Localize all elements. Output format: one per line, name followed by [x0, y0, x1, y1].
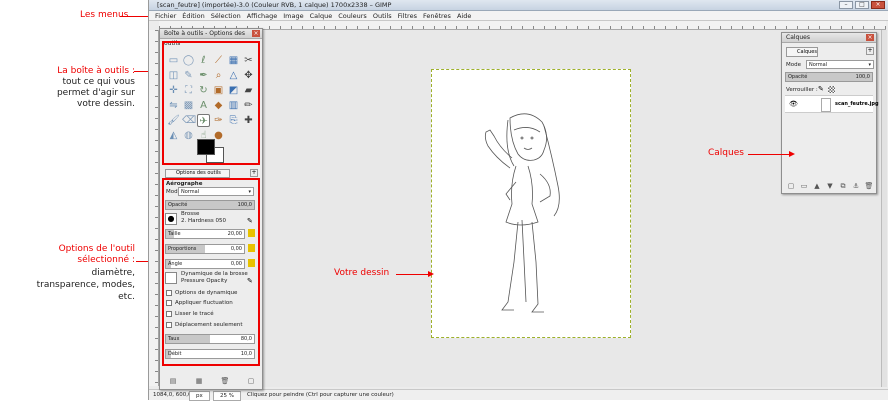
image-canvas[interactable] [431, 69, 631, 338]
new-group-icon[interactable]: ▭ [799, 181, 809, 191]
menu-selection[interactable]: Sélection [211, 11, 241, 20]
menu-fichier[interactable]: Fichier [155, 11, 176, 20]
menu-outils[interactable]: Outils [373, 11, 392, 20]
canvas-area[interactable] [159, 30, 881, 387]
toolbox-bottom-buttons: ▤ ▦ 🗑 ▢ [168, 376, 256, 386]
annotation-toolbox-desc-2: permet d'agir sur [56, 88, 135, 98]
layers-tab[interactable]: Calques [786, 47, 818, 57]
anchor-layer-icon[interactable]: ⚓ [851, 181, 861, 191]
arrow-layers [748, 150, 795, 157]
lock-label: Verrouiller : [786, 87, 818, 93]
menu-calque[interactable]: Calque [310, 11, 333, 20]
toolbox-titlebar: Boîte à outils - Options des outils × [160, 29, 262, 47]
options-tab-label: Options des outils [176, 170, 221, 176]
annotation-toolbox-desc-3: votre dessin. [77, 99, 135, 109]
annotation-options-desc-2: transparence, modes, [36, 280, 135, 290]
layer-row[interactable]: 👁 scan_feutre.jpg [785, 95, 879, 113]
layers-mode-value: Normal [809, 62, 828, 68]
girl-drawing [484, 113, 560, 313]
menubar: Fichier Édition Sélection Affichage Imag… [149, 11, 888, 21]
status-coords: 1084,0, 600,0 [153, 392, 192, 398]
eye-icon[interactable]: 👁 [789, 100, 798, 108]
annotation-drawing: Votre dessin [334, 268, 390, 278]
menu-fenetres[interactable]: Fenêtres [423, 11, 451, 20]
annotation-menus: Les menus [80, 10, 129, 20]
layer-name: scan_feutre.jpg [835, 101, 879, 107]
annotation-options-title-2: sélectionné : [77, 255, 135, 265]
layers-opacity-value: 100,0 [855, 74, 870, 80]
toolbox-highlight [162, 41, 260, 165]
annotation-layers: Calques [708, 148, 744, 158]
window-titlebar: [scan_feutre] (importée)-3.0 (Couleur RV… [149, 0, 888, 11]
layers-close-button[interactable]: × [866, 34, 874, 41]
statusbar: 1084,0, 600,0 px 25 % Cliquez pour peind… [149, 389, 888, 401]
layers-tab-menu-icon[interactable]: + [866, 47, 874, 55]
options-highlight [162, 178, 260, 366]
horizontal-ruler[interactable] [159, 21, 886, 30]
delete-layer-icon[interactable]: 🗑 [864, 181, 874, 191]
menu-filtres[interactable]: Filtres [398, 11, 417, 20]
annotation-toolbox-desc-1: tout ce qui vous [62, 77, 135, 87]
toolbox-close-button[interactable]: × [252, 30, 260, 37]
menu-couleurs[interactable]: Couleurs [338, 11, 367, 20]
status-message: Cliquez pour peindre (Ctrl pour capturer… [247, 392, 394, 398]
tab-menu-icon[interactable]: + [250, 169, 258, 177]
new-layer-icon[interactable]: ▢ [786, 181, 796, 191]
restore-options-icon[interactable]: ▦ [194, 376, 204, 386]
layers-mode-label: Mode [786, 62, 801, 68]
vertical-scrollbar[interactable] [881, 30, 887, 387]
layers-opacity-slider[interactable]: Opacité 100,0 [785, 72, 873, 82]
delete-options-icon[interactable]: 🗑 [220, 376, 230, 386]
layers-bottom-buttons: ▢ ▭ ▲ ▼ ⧉ ⚓ 🗑 [786, 181, 874, 191]
layers-opacity-label: Opacité [788, 74, 808, 80]
layers-title: Calques [786, 34, 810, 41]
annotation-options-title-1: Options de l'outil [58, 244, 135, 254]
layers-titlebar: Calques × [782, 33, 876, 43]
maximize-button[interactable]: □ [855, 1, 869, 9]
save-options-icon[interactable]: ▤ [168, 376, 178, 386]
lower-layer-icon[interactable]: ▼ [825, 181, 835, 191]
annotation-options-desc-3: etc. [118, 292, 135, 302]
menu-affichage[interactable]: Affichage [247, 11, 278, 20]
arrow-drawing [396, 270, 434, 277]
annotation-toolbox-title: La boîte à outils : [57, 66, 135, 76]
chevron-down-icon: ▾ [868, 62, 871, 68]
layers-dock: Calques × Calques + Mode Normal ▾ Opacit… [781, 32, 879, 194]
reset-options-icon[interactable]: ▢ [246, 376, 256, 386]
menu-edition[interactable]: Édition [182, 11, 205, 20]
duplicate-layer-icon[interactable]: ⧉ [838, 181, 848, 191]
menu-image[interactable]: Image [283, 11, 303, 20]
menu-aide[interactable]: Aide [457, 11, 471, 20]
raise-layer-icon[interactable]: ▲ [812, 181, 822, 191]
options-tab[interactable]: Options des outils [165, 169, 230, 178]
toolbox-dock: Boîte à outils - Options des outils × ▭ ◯… [159, 28, 263, 390]
lock-pixels-icon[interactable]: ✎ [818, 85, 824, 93]
layer-thumbnail [821, 98, 831, 112]
vertical-ruler[interactable] [149, 30, 159, 386]
layers-mode-select[interactable]: Normal ▾ [806, 60, 874, 69]
window-title: [scan_feutre] (importée)-3.0 (Couleur RV… [157, 1, 392, 9]
minimize-button[interactable]: – [839, 1, 853, 9]
close-window-button[interactable]: × [871, 1, 885, 9]
layers-tab-label: Calques [797, 49, 817, 55]
lock-alpha-icon[interactable] [828, 86, 835, 93]
gimp-window: [scan_feutre] (importée)-3.0 (Couleur RV… [148, 0, 888, 401]
annotation-options-desc-1: diamètre, [91, 268, 135, 278]
